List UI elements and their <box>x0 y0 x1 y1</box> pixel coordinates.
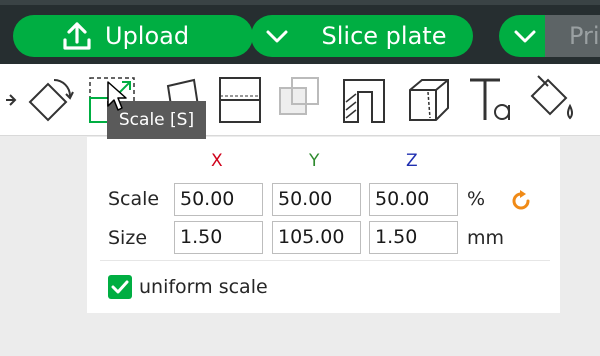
support-paint-tool[interactable] <box>338 72 390 128</box>
size-x-field[interactable]: 1.50 <box>174 221 263 254</box>
upload-icon <box>63 22 91 50</box>
text-icon <box>470 78 510 120</box>
upload-label: Upload <box>105 22 190 50</box>
move-tool[interactable] <box>0 72 20 128</box>
seam-paint-icon <box>409 79 449 121</box>
slice-plate-label: Slice plate <box>321 22 447 50</box>
axis-x-label: X <box>211 151 223 171</box>
top-bar: Upload Slice plate Pri <box>0 0 600 64</box>
scale-x-field[interactable]: 50.00 <box>174 183 263 216</box>
color-paint-icon <box>530 75 573 120</box>
uniform-scale-checkbox[interactable] <box>108 275 132 299</box>
boolean-tool <box>274 72 326 128</box>
size-z-field[interactable]: 1.50 <box>369 221 458 254</box>
rotate-icon <box>28 79 74 122</box>
uniform-scale-label[interactable]: uniform scale <box>139 275 268 299</box>
size-row-label: Size <box>108 227 148 249</box>
boolean-icon <box>279 77 319 115</box>
reset-icon[interactable] <box>510 190 532 212</box>
size-unit: mm <box>467 227 505 249</box>
axis-z-label: Z <box>406 151 418 171</box>
mouse-cursor-icon <box>107 81 127 111</box>
slice-plate-button[interactable]: Slice plate <box>295 15 473 57</box>
scale-z-field[interactable]: 50.00 <box>369 183 458 216</box>
scale-y-field[interactable]: 50.00 <box>272 183 361 216</box>
cut-icon <box>219 77 261 123</box>
axis-y-label: Y <box>309 151 320 171</box>
scale-panel: X Y Z Scale 50.00 50.00 50.00 % Size 1.5… <box>87 137 560 313</box>
scale-row-label: Scale <box>108 188 160 210</box>
cut-tool[interactable] <box>214 72 266 128</box>
color-paint-tool[interactable] <box>526 72 578 128</box>
size-y-field[interactable]: 105.00 <box>272 221 361 254</box>
checkmark-icon <box>111 280 129 294</box>
text-tool[interactable] <box>464 72 516 128</box>
slice-dropdown-button[interactable] <box>251 15 299 57</box>
chevron-down-icon <box>266 30 288 43</box>
scale-unit: % <box>467 188 486 210</box>
print-button[interactable]: Pri <box>545 15 600 57</box>
upload-button[interactable]: Upload <box>13 15 253 57</box>
seam-paint-tool[interactable] <box>402 72 454 128</box>
print-dropdown-button[interactable] <box>499 15 547 57</box>
arrow-icon <box>6 94 17 106</box>
divider <box>100 260 550 261</box>
rotate-tool[interactable] <box>24 72 76 128</box>
chevron-down-icon <box>514 30 536 43</box>
support-paint-icon <box>343 79 385 123</box>
toolbar <box>0 64 600 136</box>
print-label: Pri <box>569 22 600 50</box>
